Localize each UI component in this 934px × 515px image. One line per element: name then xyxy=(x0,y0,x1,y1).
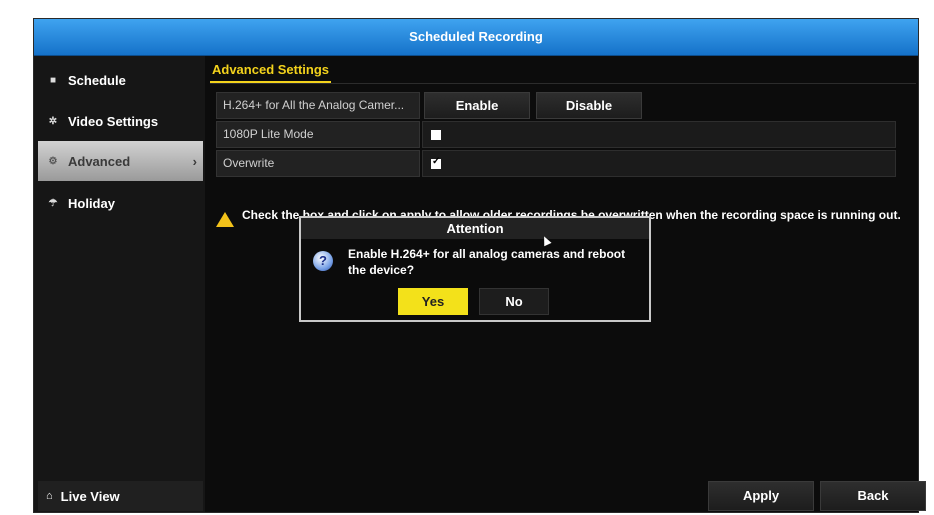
gear-icon: ✲ xyxy=(48,115,58,127)
sidebar-item-label: Schedule xyxy=(68,72,126,88)
lite-mode-label: 1080P Lite Mode xyxy=(216,121,420,148)
home-icon: ⌂ xyxy=(46,490,53,502)
overwrite-checkbox[interactable]: ✓ xyxy=(431,156,441,169)
sidebar-item-advanced[interactable]: ⚙ Advanced › xyxy=(38,141,203,181)
sidebar: ■ Schedule ✲ Video Settings ⚙ Advanced ›… xyxy=(34,56,205,512)
sidebar-item-video-settings[interactable]: ✲ Video Settings xyxy=(38,101,203,141)
chevron-right-icon: › xyxy=(192,153,197,169)
tab-advanced-settings[interactable]: Advanced Settings xyxy=(210,60,332,83)
dialog-title: Attention xyxy=(301,218,649,239)
check-mark-icon: ✓ xyxy=(432,156,441,167)
overwrite-row: Overwrite ✓ xyxy=(216,150,896,177)
window-title: Scheduled Recording xyxy=(34,19,918,56)
overwrite-value: ✓ xyxy=(422,150,896,177)
dialog-message: Enable H.264+ for all analog cameras and… xyxy=(348,247,626,277)
live-view-button[interactable]: ⌂ Live View xyxy=(38,481,203,511)
no-button[interactable]: No xyxy=(479,288,549,315)
h264-label: H.264+ for All the Analog Camer... xyxy=(216,92,420,119)
sidebar-item-label: Advanced xyxy=(68,153,131,169)
enable-button[interactable]: Enable xyxy=(424,92,530,119)
scheduled-recording-window: Scheduled Recording ■ Schedule ✲ Video S… xyxy=(33,18,926,513)
sidebar-item-label: Video Settings xyxy=(68,113,159,129)
lite-mode-value xyxy=(422,121,896,148)
sidebar-item-label: Holiday xyxy=(68,195,115,211)
tab-divider xyxy=(210,83,916,84)
advanced-icon: ⚙ xyxy=(48,155,58,167)
sidebar-item-holiday[interactable]: ☂ Holiday xyxy=(38,183,203,223)
back-button[interactable]: Back xyxy=(820,481,926,511)
question-icon: ? xyxy=(313,251,333,271)
sidebar-item-schedule[interactable]: ■ Schedule xyxy=(38,60,203,100)
overwrite-label: Overwrite xyxy=(216,150,420,177)
yes-button[interactable]: Yes xyxy=(398,288,468,315)
calendar-icon: ■ xyxy=(49,74,57,86)
lite-mode-checkbox[interactable] xyxy=(431,130,441,140)
holiday-icon: ☂ xyxy=(48,197,58,209)
apply-button[interactable]: Apply xyxy=(708,481,814,511)
h264-row: H.264+ for All the Analog Camer... Enabl… xyxy=(216,92,896,119)
live-view-label: Live View xyxy=(60,488,120,504)
attention-dialog: Attention ? Enable H.264+ for all analog… xyxy=(299,216,651,322)
disable-button[interactable]: Disable xyxy=(536,92,642,119)
lite-mode-row: 1080P Lite Mode xyxy=(216,121,896,148)
warning-icon xyxy=(216,211,234,227)
